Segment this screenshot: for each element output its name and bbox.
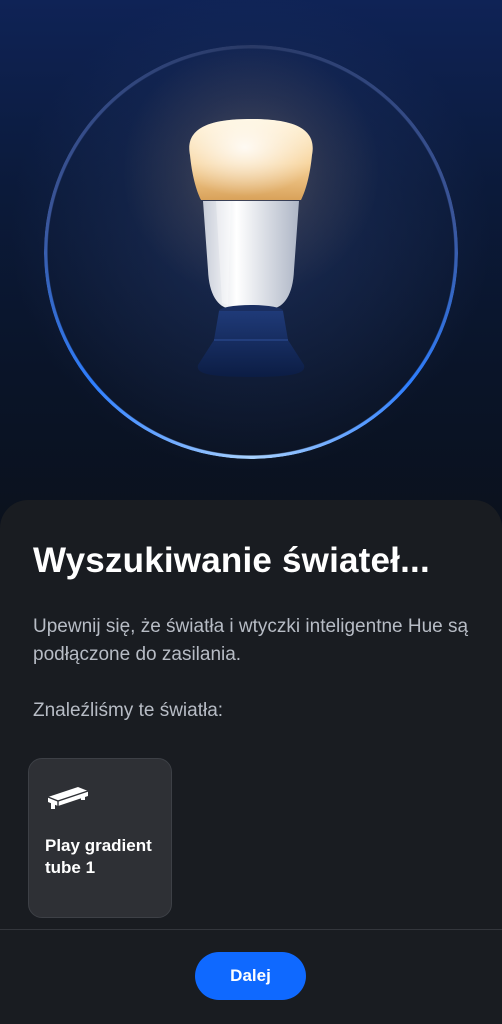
hue-bulb-icon — [189, 119, 313, 377]
found-lights-label: Znaleźliśmy te światła: — [33, 700, 224, 721]
light-card[interactable]: Play gradient tube 1 — [28, 758, 172, 918]
search-illustration — [0, 0, 502, 540]
light-name: Play gradient tube 1 — [45, 836, 152, 877]
next-button[interactable]: Dalej — [195, 952, 306, 1000]
instructions-text: Upewnij się, że światła i wtyczki inteli… — [33, 616, 469, 665]
gradient-tube-icon — [47, 787, 89, 809]
footer-divider — [0, 929, 502, 930]
page-title: Wyszukiwanie świateł... — [33, 541, 430, 580]
